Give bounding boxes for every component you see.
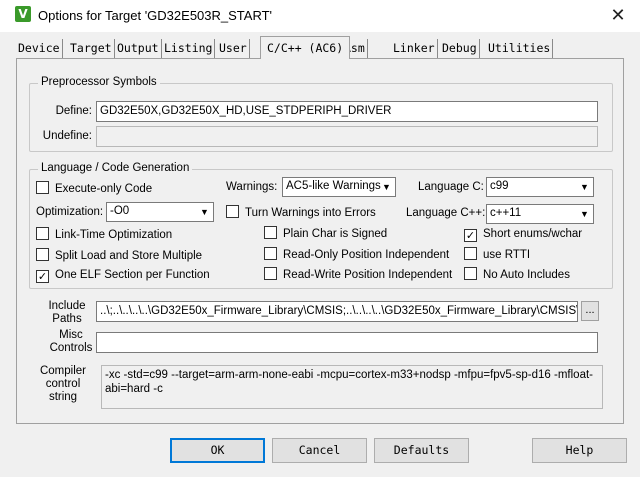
split-load-label: Split Load and Store Multiple	[55, 250, 203, 262]
one-elf-checkbox[interactable]: ✓ One ELF Section per Function	[36, 268, 210, 284]
chevron-down-icon: ▼	[580, 209, 589, 219]
chevron-down-icon: ▼	[382, 182, 391, 192]
preprocessor-group: Preprocessor Symbols Define: GD32E50X,GD…	[29, 76, 613, 152]
short-enums-label: Short enums/wchar	[483, 228, 583, 240]
optimization-select[interactable]: -O0 ▼	[106, 202, 214, 222]
rtti-checkbox[interactable]: use RTTI	[464, 247, 530, 263]
split-load-box	[36, 248, 49, 261]
tab-linker[interactable]: Linker	[391, 39, 438, 58]
language-cpp-label: Language C++:	[406, 207, 486, 219]
help-button[interactable]: Help	[532, 438, 627, 463]
include-label-1: Include	[48, 300, 86, 312]
ro-pi-label: Read-Only Position Independent	[283, 249, 450, 261]
define-label: Define:	[55, 105, 92, 117]
include-label-2: Paths	[52, 313, 82, 325]
tab-output[interactable]: Output	[115, 39, 162, 58]
language-c-select[interactable]: c99 ▼	[486, 177, 594, 197]
split-load-checkbox[interactable]: Split Load and Store Multiple	[36, 248, 202, 264]
plain-char-box	[264, 226, 277, 239]
rtti-box	[464, 247, 477, 260]
compiler-string-line-1: -xc -std=c99 --target=arm-arm-none-eabi …	[105, 369, 593, 381]
chevron-down-icon: ▼	[200, 207, 209, 217]
optimization-value: -O0	[110, 205, 130, 217]
warnings-errors-box	[226, 205, 239, 218]
execute-only-checkbox[interactable]: Execute-only Code	[36, 181, 152, 197]
chevron-down-icon: ▼	[580, 182, 589, 192]
lto-label: Link-Time Optimization	[55, 229, 173, 241]
preprocessor-group-label: Preprocessor Symbols	[38, 76, 160, 88]
one-elf-label: One ELF Section per Function	[55, 269, 210, 281]
ok-button[interactable]: OK	[170, 438, 265, 463]
keil-app-icon: V	[15, 6, 31, 22]
include-browse-button[interactable]: ...	[581, 301, 599, 321]
tab-listing[interactable]: Listing	[162, 39, 216, 58]
warnings-select[interactable]: AC5-like Warnings ▼	[282, 177, 396, 197]
cc-options-panel: Preprocessor Symbols Define: GD32E50X,GD…	[16, 58, 624, 424]
execute-only-box	[36, 181, 49, 194]
rw-pi-box	[264, 267, 277, 280]
ro-pi-box	[264, 247, 277, 260]
title-bar: V Options for Target 'GD32E503R_START' ✕	[0, 0, 640, 32]
no-auto-includes-checkbox[interactable]: No Auto Includes	[464, 267, 570, 283]
undefine-label: Undefine:	[42, 130, 92, 142]
close-icon[interactable]: ✕	[608, 6, 628, 26]
lto-box	[36, 227, 49, 240]
tab-debug[interactable]: Debug	[440, 39, 480, 58]
short-enums-checkbox[interactable]: ✓ Short enums/wchar	[464, 227, 582, 243]
language-group: Language / Code Generation Execute-only …	[29, 162, 613, 289]
tab-device[interactable]: Device	[16, 39, 63, 58]
tab-user[interactable]: User	[217, 39, 250, 58]
misc-label-1: Misc	[59, 329, 83, 341]
tab-cc-ac6[interactable]: C/C++ (AC6)	[260, 36, 351, 59]
misc-controls-input[interactable]	[96, 332, 598, 353]
language-c-label: Language C:	[418, 181, 484, 193]
defaults-button[interactable]: Defaults	[374, 438, 469, 463]
warnings-label: Warnings:	[226, 181, 278, 193]
misc-label-2: Controls	[49, 342, 93, 354]
cancel-button[interactable]: Cancel	[272, 438, 367, 463]
optimization-label: Optimization:	[36, 206, 104, 218]
compiler-control-string[interactable]: -xc -std=c99 --target=arm-arm-none-eabi …	[101, 365, 603, 409]
rw-pi-label: Read-Write Position Independent	[283, 269, 453, 281]
lto-checkbox[interactable]: Link-Time Optimization	[36, 227, 172, 243]
warnings-value: AC5-like Warnings	[286, 180, 381, 192]
warnings-errors-label: Turn Warnings into Errors	[245, 207, 376, 219]
include-paths-input[interactable]: ..\;..\..\..\..\GD32E50x_Firmware_Librar…	[96, 301, 578, 322]
no-auto-includes-label: No Auto Includes	[483, 269, 570, 281]
plain-char-label: Plain Char is Signed	[283, 228, 388, 240]
define-input[interactable]: GD32E50X,GD32E50X_HD,USE_STDPERIPH_DRIVE…	[96, 101, 598, 122]
compiler-label-1: Compiler	[39, 365, 86, 377]
language-c-value: c99	[490, 180, 509, 192]
no-auto-includes-box	[464, 267, 477, 280]
tab-utilities[interactable]: Utilities	[486, 39, 554, 58]
ro-pi-checkbox[interactable]: Read-Only Position Independent	[264, 247, 449, 263]
language-group-label: Language / Code Generation	[38, 162, 193, 174]
execute-only-label: Execute-only Code	[55, 183, 153, 195]
rw-pi-checkbox[interactable]: Read-Write Position Independent	[264, 267, 452, 283]
language-cpp-select[interactable]: c++11 ▼	[486, 204, 594, 224]
one-elf-box: ✓	[36, 270, 49, 283]
rtti-label: use RTTI	[483, 249, 531, 261]
tab-target[interactable]: Target	[68, 39, 115, 58]
language-cpp-value: c++11	[490, 207, 522, 219]
short-enums-box: ✓	[464, 229, 477, 242]
undefine-input[interactable]	[96, 126, 598, 147]
compiler-label-2: control	[45, 378, 81, 390]
plain-char-checkbox[interactable]: Plain Char is Signed	[264, 226, 387, 242]
compiler-label-3: string	[48, 391, 78, 403]
window-title: Options for Target 'GD32E503R_START'	[38, 8, 273, 23]
compiler-string-line-2: abi=hard -c	[105, 383, 163, 395]
warnings-errors-checkbox[interactable]: Turn Warnings into Errors	[226, 205, 376, 221]
